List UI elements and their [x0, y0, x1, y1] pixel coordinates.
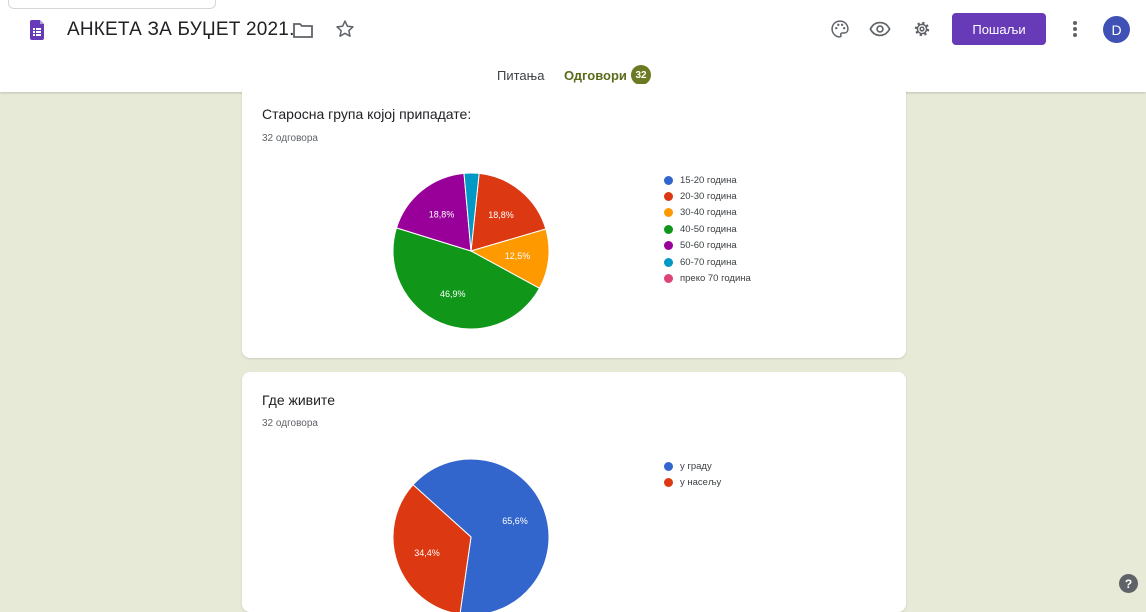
legend-item[interactable]: 60-70 година: [664, 254, 751, 270]
legend-item[interactable]: 40-50 година: [664, 221, 751, 237]
legend-item[interactable]: у насељу: [664, 474, 721, 490]
legend-item[interactable]: 30-40 година: [664, 205, 751, 221]
top-app-bar: АНКЕТА ЗА БУЏЕТ 2021. Пошаљи D Питања Од…: [0, 0, 1146, 92]
legend-item[interactable]: 20-30 година: [664, 188, 751, 204]
palette-icon[interactable]: [827, 16, 853, 42]
slice-data-label: 18,8%: [488, 210, 514, 220]
tab-responses[interactable]: Одговори: [564, 68, 627, 83]
legend-swatch: [664, 274, 673, 284]
avatar[interactable]: D: [1103, 16, 1130, 43]
more-vert-icon[interactable]: [1062, 16, 1088, 42]
slice-data-label: 34,4%: [414, 548, 440, 558]
slice-data-label: 18,8%: [429, 210, 455, 220]
question-card-age: Старосна група којој припадате: 32 одгов…: [242, 84, 906, 358]
legend-swatch: [664, 208, 673, 218]
age-pie-chart: 18,8% 12,5% 46,9% 18,8%: [392, 172, 550, 330]
slice-data-label: 65,6%: [502, 516, 528, 526]
help-icon[interactable]: ?: [1119, 574, 1138, 593]
slice-data-label: 12,5%: [505, 251, 531, 261]
chart-legend: у граду у насељу: [664, 458, 721, 491]
responses-count-badge: 32: [631, 65, 651, 85]
legend-item[interactable]: преко 70 година: [664, 270, 751, 286]
residence-pie-chart: 65,6% 34,4%: [392, 458, 550, 612]
send-button[interactable]: Пошаљи: [952, 13, 1046, 45]
question-card-residence: Где живите 32 одговора 65,6% 34,4% у град…: [242, 372, 906, 612]
legend-label: у насељу: [680, 477, 722, 489]
legend-swatch: [664, 461, 673, 471]
legend-item[interactable]: у граду: [664, 458, 721, 474]
eye-icon[interactable]: [867, 16, 893, 42]
legend-swatch: [664, 478, 673, 488]
legend-label: 60-70 година: [680, 256, 737, 268]
legend-label: 15-20 година: [680, 174, 737, 186]
chart-legend: 15-20 година 20-30 година 30-40 година 40-5…: [664, 172, 751, 287]
legend-label: 30-40 година: [680, 207, 737, 219]
star-icon[interactable]: [332, 16, 358, 42]
legend-label: преко 70 година: [680, 273, 751, 285]
legend-label: 40-50 година: [680, 223, 737, 235]
legend-swatch: [664, 175, 673, 185]
tab-questions[interactable]: Питања: [497, 68, 544, 83]
legend-swatch: [664, 224, 673, 234]
slice-data-label: 46,9%: [440, 289, 466, 299]
form-icon[interactable]: [30, 20, 44, 45]
folder-icon[interactable]: [290, 17, 316, 43]
browser-tab-fragment: [8, 0, 216, 9]
document-title[interactable]: АНКЕТА ЗА БУЏЕТ 2021.: [67, 19, 295, 41]
legend-item[interactable]: 15-20 година: [664, 172, 751, 188]
legend-item[interactable]: 50-60 година: [664, 238, 751, 254]
legend-swatch: [664, 257, 673, 267]
legend-label: у граду: [680, 460, 712, 472]
gear-icon[interactable]: [909, 16, 935, 42]
legend-swatch: [664, 241, 673, 251]
legend-swatch: [664, 192, 673, 202]
legend-label: 20-30 година: [680, 191, 737, 203]
legend-label: 50-60 година: [680, 240, 737, 252]
